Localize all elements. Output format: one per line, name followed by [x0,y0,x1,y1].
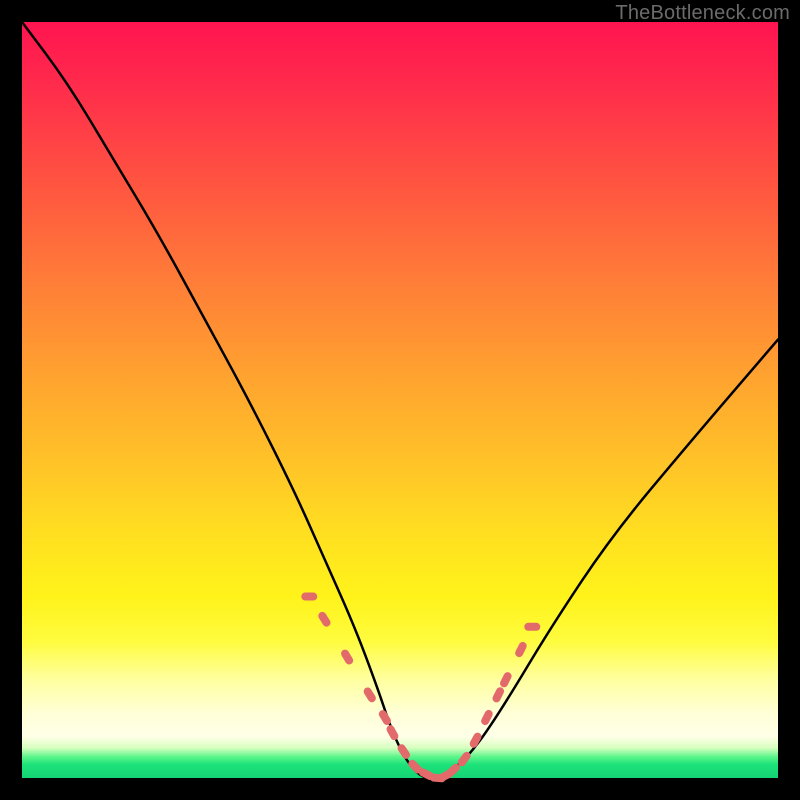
marker-pill [385,724,400,742]
chart-svg [22,22,778,778]
marker-pill [499,671,513,689]
watermark-text: TheBottleneck.com [615,2,790,25]
marker-pill [317,610,332,628]
marker-pill [514,641,528,659]
chart-frame: TheBottleneck.com [0,0,800,800]
bottleneck-curve [22,22,778,778]
marker-pill [491,686,505,704]
marker-pill [340,648,355,666]
marker-pill [301,593,317,601]
marker-pill [362,686,377,704]
plot-area [22,22,778,778]
highlight-markers [301,593,540,783]
marker-pill [524,623,540,631]
